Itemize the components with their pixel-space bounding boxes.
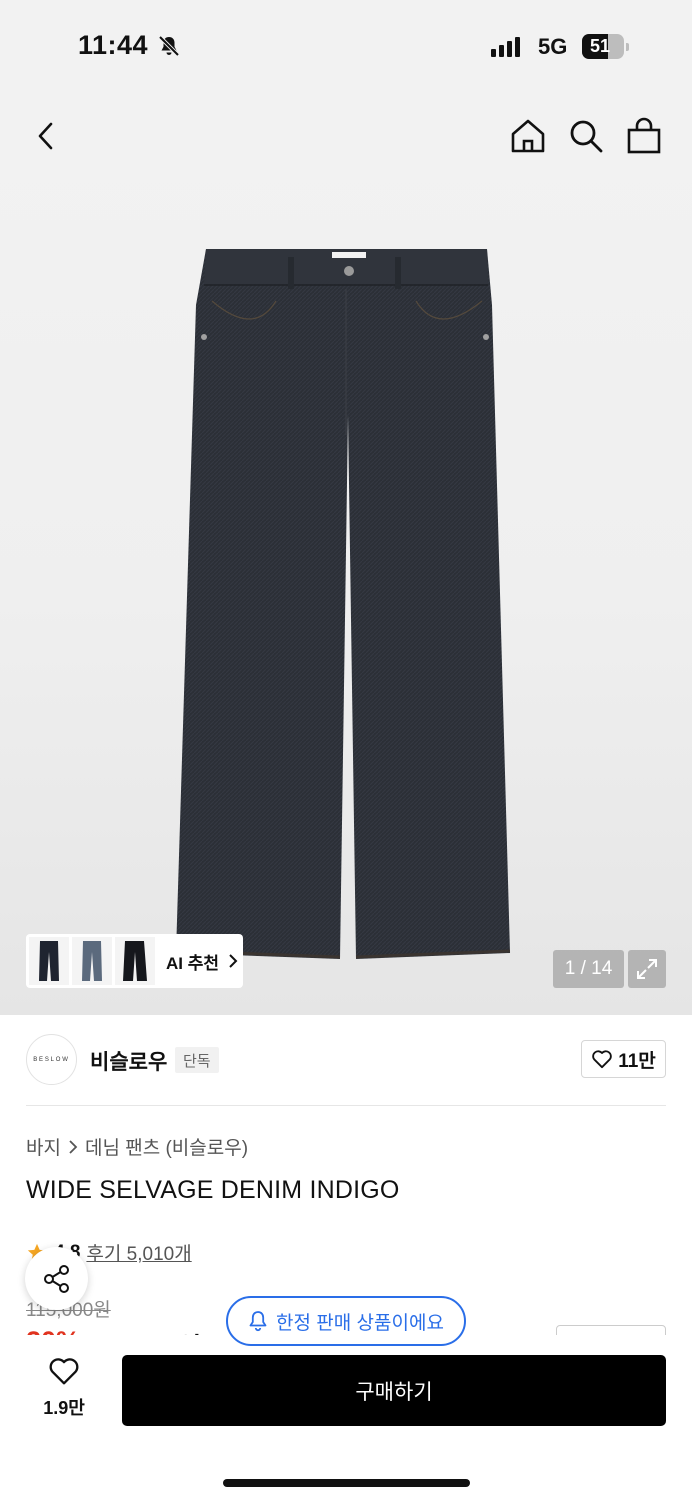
chevron-left-icon[interactable] bbox=[30, 120, 62, 152]
product-image-gallery[interactable]: AI 추천 1 / 14 bbox=[0, 95, 692, 1015]
recommend-thumbnail[interactable] bbox=[72, 937, 112, 985]
status-time: 11:44 bbox=[78, 30, 149, 60]
shopping-bag-icon[interactable] bbox=[624, 116, 664, 156]
ai-recommend-label: AI 추천 bbox=[166, 953, 220, 973]
bell-slash-icon bbox=[158, 35, 180, 57]
heart-icon bbox=[49, 1358, 79, 1385]
bell-icon bbox=[249, 1311, 267, 1332]
home-indicator bbox=[223, 1479, 470, 1487]
recommend-thumbnail[interactable] bbox=[115, 937, 155, 985]
home-icon[interactable] bbox=[508, 116, 548, 156]
limited-sale-label: 한정 판매 상품이에요 bbox=[276, 1312, 444, 1334]
review-link[interactable]: 후기 5,010개 bbox=[86, 1239, 191, 1266]
brand-logo[interactable]: BESLOW bbox=[26, 1034, 77, 1085]
divider bbox=[26, 1105, 666, 1106]
brand-like-button[interactable]: 11만 bbox=[581, 1040, 666, 1078]
cellular-signal-icon bbox=[491, 37, 520, 57]
breadcrumb-item[interactable]: 데님 팬츠 (비슬로우) bbox=[85, 1133, 248, 1160]
image-counter: 1 / 14 bbox=[553, 950, 624, 988]
recommend-thumbnail[interactable] bbox=[29, 937, 69, 985]
buy-button[interactable]: 구매하기 bbox=[122, 1355, 666, 1426]
exclusive-badge: 단독 bbox=[175, 1047, 219, 1073]
product-title: WIDE SELVAGE DENIM INDIGO bbox=[26, 1176, 400, 1204]
breadcrumb-item[interactable]: 바지 bbox=[26, 1133, 61, 1160]
search-icon[interactable] bbox=[566, 116, 606, 156]
limited-sale-notice[interactable]: 한정 판매 상품이에요 bbox=[226, 1296, 466, 1346]
share-icon bbox=[43, 1264, 69, 1293]
ai-recommend-button[interactable]: AI 추천 bbox=[26, 934, 243, 988]
network-type: 5G bbox=[538, 34, 568, 59]
chevron-right-icon bbox=[69, 1139, 78, 1154]
share-button[interactable] bbox=[25, 1247, 88, 1310]
expand-icon[interactable] bbox=[628, 950, 666, 988]
battery-icon: 51 bbox=[582, 34, 624, 59]
status-bar: 11:44 5G 51 bbox=[0, 0, 692, 95]
brand-name[interactable]: 비슬로우 bbox=[90, 1046, 167, 1076]
chevron-right-icon bbox=[229, 954, 238, 968]
breadcrumb: 바지 데님 팬츠 (비슬로우) bbox=[26, 1133, 248, 1160]
battery-level: 51 bbox=[589, 36, 611, 56]
wishlist-button[interactable]: 1.9만 bbox=[26, 1356, 102, 1420]
wishlist-count: 1.9만 bbox=[43, 1398, 85, 1418]
brand-like-count: 11만 bbox=[618, 1050, 656, 1072]
heart-icon bbox=[592, 1050, 612, 1069]
denim-pants-image bbox=[175, 249, 511, 959]
